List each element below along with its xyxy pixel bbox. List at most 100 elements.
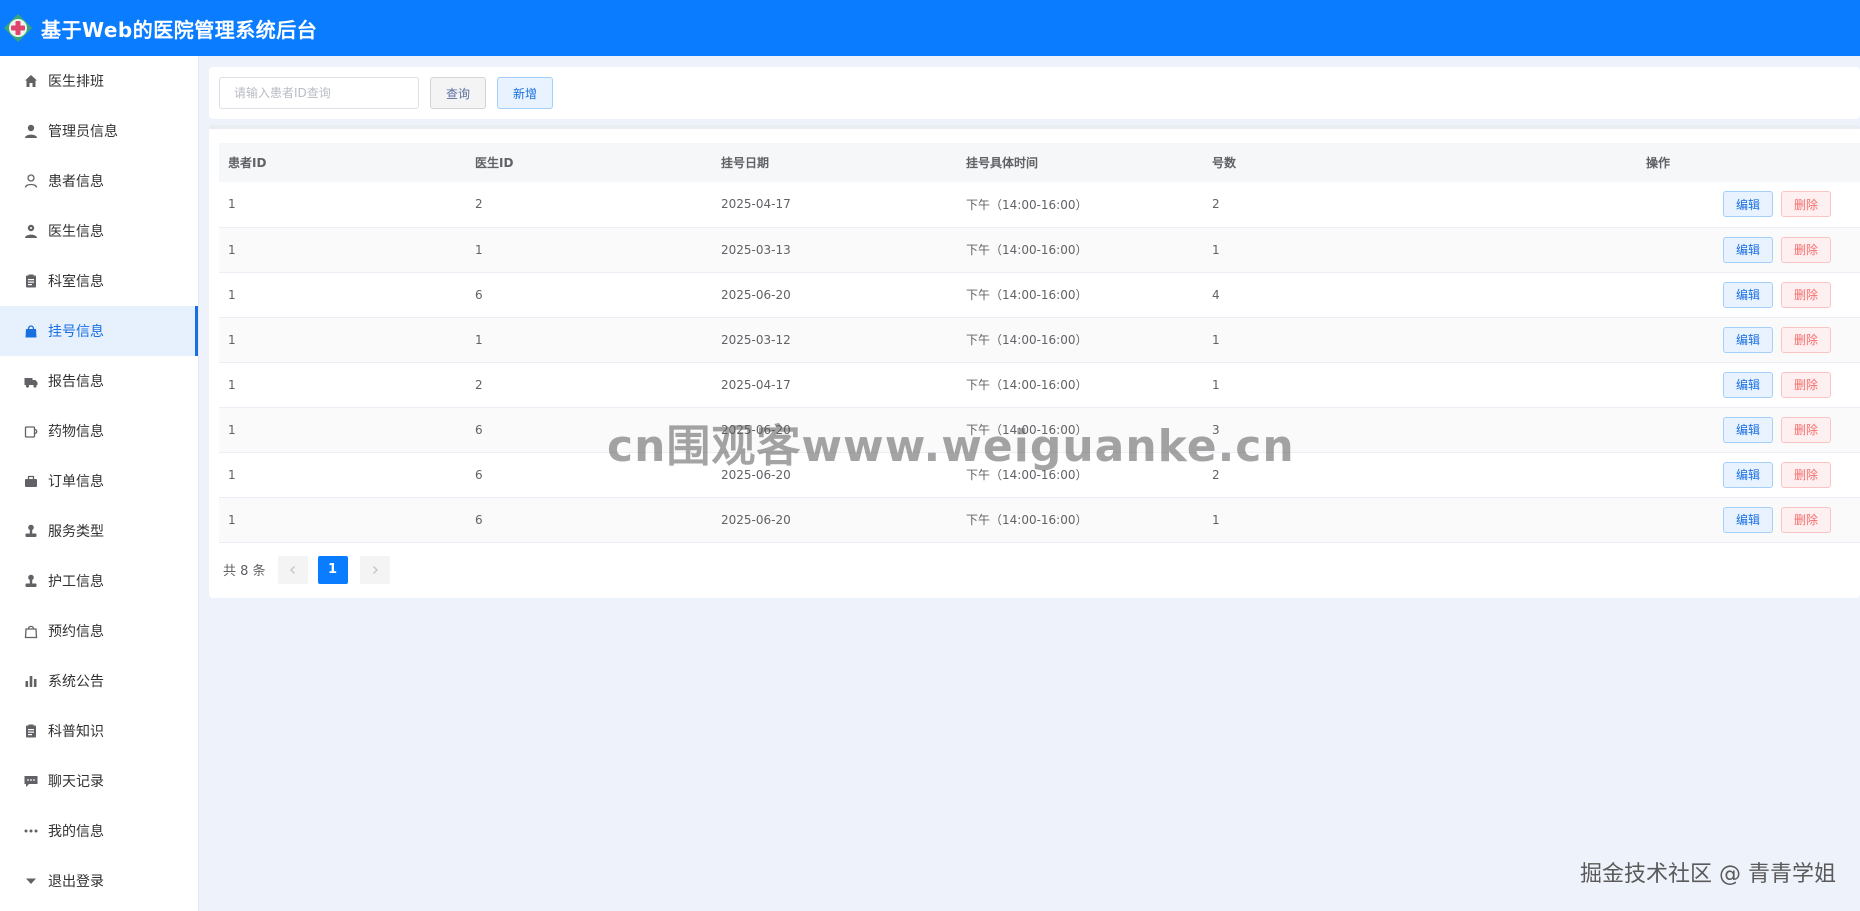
chat-icon bbox=[23, 773, 39, 789]
user-stamp-icon bbox=[23, 573, 39, 589]
sidebar-item-0[interactable]: 医生排班 bbox=[0, 56, 198, 106]
edit-button[interactable]: 编辑 bbox=[1722, 281, 1773, 308]
cell-patient-id: 1 bbox=[228, 332, 236, 347]
sidebar-item-2[interactable]: 患者信息 bbox=[0, 156, 198, 206]
sidebar-item-3[interactable]: 医生信息 bbox=[0, 206, 198, 256]
sidebar-item-8[interactable]: 订单信息 bbox=[0, 456, 198, 506]
cell-patient-id: 1 bbox=[228, 287, 236, 302]
edit-button[interactable]: 编辑 bbox=[1722, 506, 1773, 533]
edit-button[interactable]: 编辑 bbox=[1722, 371, 1773, 398]
cell-number: 2 bbox=[1212, 197, 1220, 212]
query-button[interactable]: 查询 bbox=[430, 77, 487, 109]
sidebar-item-9[interactable]: 服务类型 bbox=[0, 506, 198, 556]
sidebar-item-13[interactable]: 科普知识 bbox=[0, 706, 198, 756]
clipboard-icon bbox=[23, 273, 39, 289]
table-row: 1 1 2025-03-12 下午（14:00-16:00） 1 编辑 删除 bbox=[219, 317, 1860, 362]
patient-id-search-input[interactable] bbox=[219, 77, 419, 109]
cell-doctor-id: 2 bbox=[475, 197, 483, 212]
sidebar-item-10[interactable]: 护工信息 bbox=[0, 556, 198, 606]
top-header: 基于Web的医院管理系统后台 bbox=[0, 0, 1860, 56]
sidebar-menu: 医生排班管理员信息患者信息 医生信息科室信息挂号信息报告信息 药物信息 订单信息 服务类… bbox=[0, 56, 199, 911]
cell-date: 2025-04-17 bbox=[721, 377, 791, 392]
edit-button[interactable]: 编辑 bbox=[1722, 191, 1773, 218]
cell-actions: 编辑 删除 bbox=[1448, 317, 1860, 362]
cell-patient-id: 1 bbox=[228, 242, 236, 257]
table-row: 1 2 2025-04-17 下午（14:00-16:00） 2 编辑 删除 bbox=[219, 182, 1860, 227]
sidebar-item-label: 管理员信息 bbox=[48, 124, 118, 140]
truck-icon bbox=[23, 373, 39, 389]
cell-time-slot: 下午（14:00-16:00） bbox=[966, 333, 1088, 347]
cell-patient-id: 1 bbox=[228, 377, 236, 392]
coffee-cup-icon bbox=[23, 423, 39, 439]
table-header-row: 患者ID 医生ID 挂号日期 挂号具体时间 号数 操作 bbox=[219, 143, 1860, 182]
cell-doctor-id: 6 bbox=[475, 287, 483, 302]
registration-table: 患者ID 医生ID 挂号日期 挂号具体时间 号数 操作 1 2 2025-04-17… bbox=[219, 143, 1860, 543]
delete-button[interactable]: 删除 bbox=[1780, 416, 1831, 443]
cell-patient-id: 1 bbox=[228, 467, 236, 482]
add-button[interactable]: 新增 bbox=[497, 77, 554, 109]
sidebar-item-12[interactable]: 系统公告 bbox=[0, 656, 198, 706]
sidebar-item-7[interactable]: 药物信息 bbox=[0, 406, 198, 456]
delete-button[interactable]: 删除 bbox=[1780, 326, 1831, 353]
delete-button[interactable]: 删除 bbox=[1780, 281, 1831, 308]
delete-button[interactable]: 删除 bbox=[1780, 506, 1831, 533]
search-toolbar: 查询 新增 bbox=[209, 67, 1860, 119]
sidebar-item-label: 挂号信息 bbox=[48, 324, 104, 340]
cell-date: 2025-03-12 bbox=[721, 332, 791, 347]
home-icon bbox=[23, 73, 39, 89]
sidebar-item-5[interactable]: 挂号信息 bbox=[0, 306, 198, 356]
sidebar-item-11[interactable]: 预约信息 bbox=[0, 606, 198, 656]
cell-date: 2025-04-17 bbox=[721, 197, 791, 212]
sidebar-item-16[interactable]: 退出登录 bbox=[0, 856, 198, 906]
cell-patient-id: 1 bbox=[228, 512, 236, 527]
prev-page-button[interactable] bbox=[277, 555, 308, 584]
user-filled-icon bbox=[23, 123, 39, 139]
cell-actions: 编辑 删除 bbox=[1448, 182, 1860, 227]
table-body: 1 2 2025-04-17 下午（14:00-16:00） 2 编辑 删除 1 1 2025-0… bbox=[219, 182, 1860, 542]
delete-button[interactable]: 删除 bbox=[1780, 461, 1831, 488]
app-title: 基于Web的医院管理系统后台 bbox=[41, 17, 318, 42]
sidebar-item-4[interactable]: 科室信息 bbox=[0, 256, 198, 306]
sidebar-item-label: 退出登录 bbox=[48, 874, 104, 890]
sidebar-item-15[interactable]: 我的信息 bbox=[0, 806, 198, 856]
sidebar-item-label: 科室信息 bbox=[48, 274, 104, 290]
delete-button[interactable]: 删除 bbox=[1780, 191, 1831, 218]
delete-button[interactable]: 删除 bbox=[1780, 371, 1831, 398]
sidebar-item-label: 我的信息 bbox=[48, 824, 104, 840]
cell-time-slot: 下午（14:00-16:00） bbox=[966, 243, 1088, 257]
cell-date: 2025-06-20 bbox=[721, 287, 791, 302]
credit-watermark: 掘金技术社区 @ 青青学姐 bbox=[1580, 862, 1836, 887]
delete-button[interactable]: 删除 bbox=[1780, 236, 1831, 263]
table-row: 1 6 2025-06-20 下午（14:00-16:00） 1 编辑 删除 bbox=[219, 497, 1860, 542]
edit-button[interactable]: 编辑 bbox=[1722, 416, 1773, 443]
cell-number: 1 bbox=[1212, 332, 1220, 347]
next-page-button[interactable] bbox=[359, 555, 390, 584]
site-watermark: cn围观客www.weiguanke.cn bbox=[607, 421, 1295, 472]
table-panel: 患者ID 医生ID 挂号日期 挂号具体时间 号数 操作 1 2 2025-04-17… bbox=[209, 125, 1860, 598]
sidebar-item-label: 预约信息 bbox=[48, 624, 104, 640]
sidebar-item-label: 护工信息 bbox=[48, 574, 104, 590]
edit-button[interactable]: 编辑 bbox=[1722, 236, 1773, 263]
cell-number: 1 bbox=[1212, 377, 1220, 392]
more-icon bbox=[23, 823, 39, 839]
sidebar-item-6[interactable]: 报告信息 bbox=[0, 356, 198, 406]
edit-button[interactable]: 编辑 bbox=[1722, 461, 1773, 488]
sidebar-item-label: 医生排班 bbox=[48, 74, 104, 90]
clipboard-icon bbox=[23, 723, 39, 739]
page-number-button[interactable]: 1 bbox=[317, 555, 348, 584]
sidebar-item-1[interactable]: 管理员信息 bbox=[0, 106, 198, 156]
avatar-icon bbox=[23, 223, 39, 239]
column-header-actions: 操作 bbox=[1645, 156, 1670, 170]
edit-button[interactable]: 编辑 bbox=[1722, 326, 1773, 353]
column-header-time-slot: 挂号具体时间 bbox=[966, 156, 1039, 170]
chevron-right-icon bbox=[372, 565, 378, 574]
pagination-total: 共 8 条 bbox=[223, 564, 266, 579]
column-header-date: 挂号日期 bbox=[721, 156, 770, 170]
table-row: 1 2 2025-04-17 下午（14:00-16:00） 1 编辑 删除 bbox=[219, 362, 1860, 407]
cell-number: 4 bbox=[1212, 287, 1220, 302]
histogram-icon bbox=[23, 673, 39, 689]
user-outline-icon bbox=[23, 173, 39, 189]
sidebar-item-14[interactable]: 聊天记录 bbox=[0, 756, 198, 806]
column-header-patient-id: 患者ID bbox=[228, 156, 267, 170]
cell-actions: 编辑 删除 bbox=[1448, 272, 1860, 317]
